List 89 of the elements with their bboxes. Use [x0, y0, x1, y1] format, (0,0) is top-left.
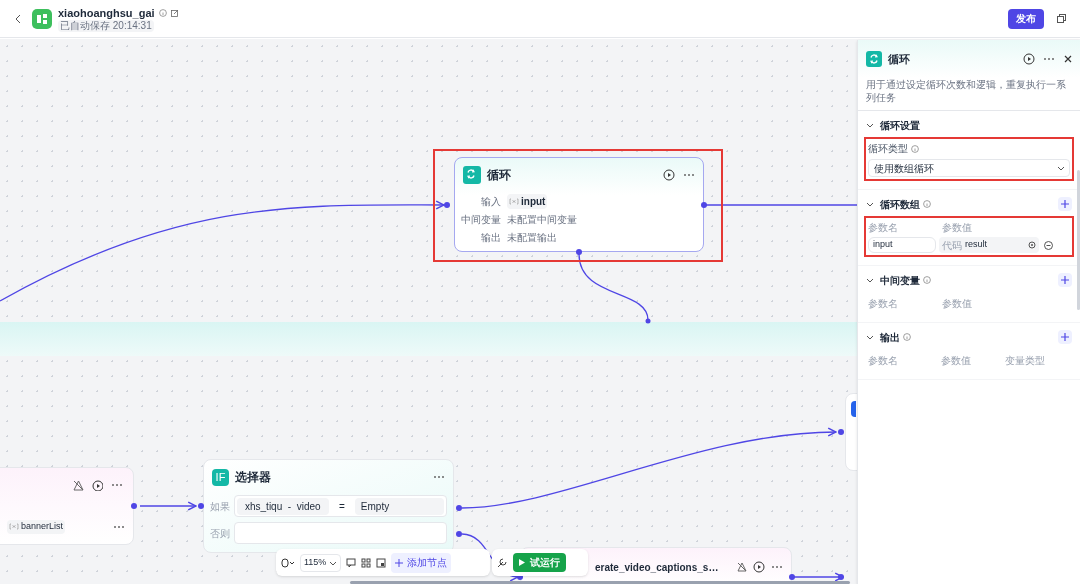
add-button[interactable]: [1058, 273, 1072, 287]
minimap-icon[interactable]: [376, 557, 387, 568]
more-icon[interactable]: [771, 564, 783, 570]
wrench-icon[interactable]: [497, 557, 507, 568]
node-title: erate_video_captions_s…: [595, 560, 719, 575]
connector-line: [578, 253, 649, 321]
remove-icon[interactable]: [1044, 240, 1053, 250]
column-header: 参数名: [868, 221, 899, 234]
workflow-title: xiaohoanghsu_gai: [58, 5, 155, 20]
run-icon[interactable]: [1023, 53, 1035, 65]
node-type-badge: IF: [212, 468, 229, 486]
chevron-down-icon: [329, 559, 338, 566]
condition-variable: xhs_tiqu - video: [237, 497, 329, 515]
section-title[interactable]: 中间变量: [880, 272, 920, 288]
variable-name: result: [965, 238, 987, 252]
source-node-label: 代码: [942, 238, 962, 253]
more-icon[interactable]: [1043, 56, 1055, 62]
layout-icon[interactable]: [361, 557, 372, 568]
loop-icon: [463, 166, 481, 184]
more-icon[interactable]: [111, 482, 123, 488]
mouse-icon[interactable]: [281, 557, 295, 568]
add-button[interactable]: [1058, 330, 1072, 344]
field-label: 循环类型: [868, 142, 908, 156]
field-label: 如果: [210, 499, 231, 514]
publish-button[interactable]: 发布: [1008, 8, 1044, 29]
plus-icon: [1060, 275, 1070, 285]
run-icon[interactable]: [753, 561, 765, 573]
section-title[interactable]: 输出: [880, 329, 900, 345]
edit-icon[interactable]: [170, 8, 179, 17]
scrollbar[interactable]: [1077, 170, 1080, 310]
settings-icon[interactable]: [1028, 241, 1036, 249]
chevron-down-icon[interactable]: [866, 122, 874, 128]
node-title: 选择器: [235, 469, 271, 486]
node-icon: [851, 401, 856, 417]
column-header: 变量类型: [1005, 354, 1047, 367]
comment-icon[interactable]: [346, 557, 357, 568]
close-icon[interactable]: [1064, 55, 1072, 63]
app-logo-icon: [32, 8, 52, 29]
save-status: 已自动保存 20:14:31: [58, 19, 154, 32]
column-header: 参数值: [942, 297, 973, 310]
variable-icon: [9, 523, 19, 531]
copy-icon[interactable]: [1057, 14, 1066, 23]
variable-icon: [509, 197, 519, 205]
empty-value: 未配置输出: [507, 230, 557, 245]
param-name-field[interactable]: input: [868, 237, 936, 253]
field-label: 中间变量: [460, 212, 501, 227]
variable-name: input: [521, 194, 546, 209]
zoom-select[interactable]: 115%: [300, 553, 342, 572]
more-icon[interactable]: [433, 474, 445, 480]
plus-icon: [1060, 199, 1070, 209]
node-title: 循环: [487, 167, 511, 184]
chevron-down-icon[interactable]: [866, 334, 874, 340]
section-title[interactable]: 循环数组: [880, 196, 920, 212]
plus-icon: [395, 558, 404, 567]
chevron-down-icon: [1057, 165, 1064, 171]
plus-icon: [1060, 332, 1070, 342]
field-label: 否则: [210, 526, 231, 541]
section-title[interactable]: 循环设置: [880, 117, 920, 133]
chevron-down-icon[interactable]: [866, 201, 874, 207]
field-label: 输出: [480, 230, 501, 245]
panel-description: 用于通过设定循环次数和逻辑，重复执行一系列任务: [858, 78, 1080, 111]
add-node-button[interactable]: 添加节点: [391, 552, 452, 573]
play-icon: [519, 559, 525, 566]
more-icon[interactable]: [113, 523, 125, 530]
variable-name: bannerList: [21, 520, 64, 533]
warning-off-icon[interactable]: [737, 562, 747, 572]
column-header: 参数名: [868, 354, 899, 367]
condition-value: Empty: [354, 497, 444, 515]
else-field[interactable]: [234, 522, 447, 544]
column-header: 参数值: [942, 221, 973, 234]
param-value-field[interactable]: 代码 result: [939, 237, 1039, 253]
back-icon[interactable]: [15, 13, 21, 24]
more-icon[interactable]: [683, 172, 695, 178]
panel-title: 循环: [888, 51, 910, 67]
condition-operator: =: [338, 499, 346, 514]
column-header: 参数值: [940, 354, 972, 367]
field-label: 输入: [480, 194, 501, 209]
run-icon[interactable]: [92, 479, 103, 491]
loop-type-select[interactable]: 使用数组循环: [868, 159, 1070, 177]
empty-value: 未配置中间变量: [507, 212, 577, 227]
loop-icon: [866, 51, 882, 67]
column-header: 参数名: [868, 297, 899, 310]
warning-off-icon[interactable]: [73, 479, 84, 491]
port-dot[interactable]: [645, 318, 651, 324]
add-button[interactable]: [1058, 197, 1072, 211]
chevron-down-icon[interactable]: [866, 277, 874, 283]
horizontal-scrollbar[interactable]: [350, 581, 850, 584]
run-icon[interactable]: [663, 169, 675, 181]
connector-line: [139, 501, 197, 511]
